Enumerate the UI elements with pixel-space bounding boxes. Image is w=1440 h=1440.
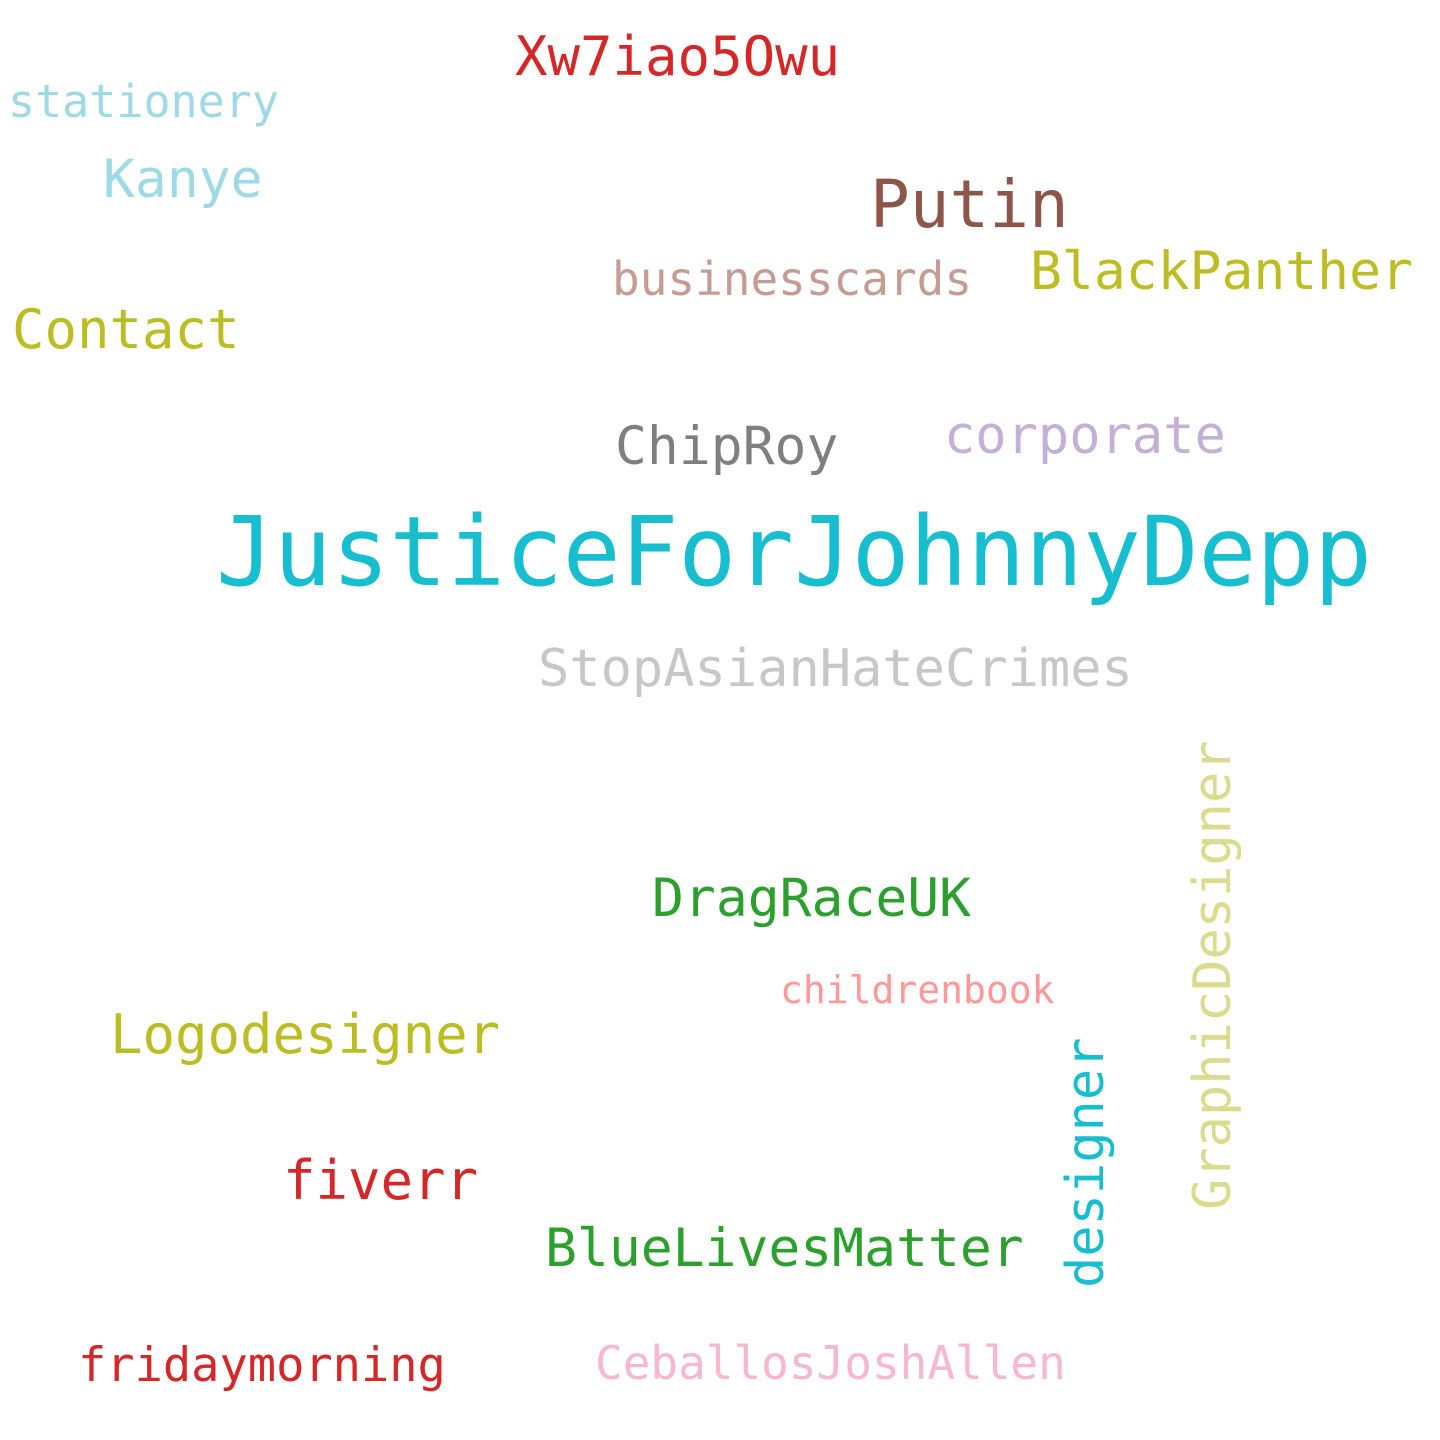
word-fiverr: fiverr [283, 1149, 479, 1212]
word-putin: Putin [870, 166, 1069, 243]
word-stationery: stationery [8, 75, 279, 128]
word-kanye: Kanye [103, 149, 263, 210]
word-dragraceuk: DragRaceUK [652, 868, 972, 929]
word-ceballosjoshallen: CeballosJoshAllen [595, 1336, 1066, 1390]
word-cloud: Xw7iao5Owu stationery Kanye Putin busine… [0, 0, 1440, 1440]
word-stopasianhatecrimes: StopAsianHateCrimes [538, 639, 1133, 699]
word-justiceforjohnnydepp: JusticeForJohnnyDepp [216, 496, 1372, 608]
word-businesscards: businesscards [612, 252, 973, 306]
word-blackpanther: BlackPanther [1030, 241, 1413, 302]
word-fridaymorning: fridaymorning [78, 1338, 446, 1393]
word-chiproy: ChipRoy [615, 416, 839, 477]
word-logodesigner: Logodesigner [110, 1003, 501, 1066]
word-corporate: corporate [944, 406, 1226, 466]
word-contact: Contact [12, 298, 240, 361]
word-graphicdesigner: GraphicDesigner [1183, 740, 1243, 1210]
word-designer: designer [1056, 1037, 1116, 1288]
word-childrenbook: childrenbook [780, 968, 1055, 1012]
word-bluelivesmatter: BlueLivesMatter [545, 1218, 1024, 1279]
word-xw7iao5owu: Xw7iao5Owu [515, 25, 841, 88]
